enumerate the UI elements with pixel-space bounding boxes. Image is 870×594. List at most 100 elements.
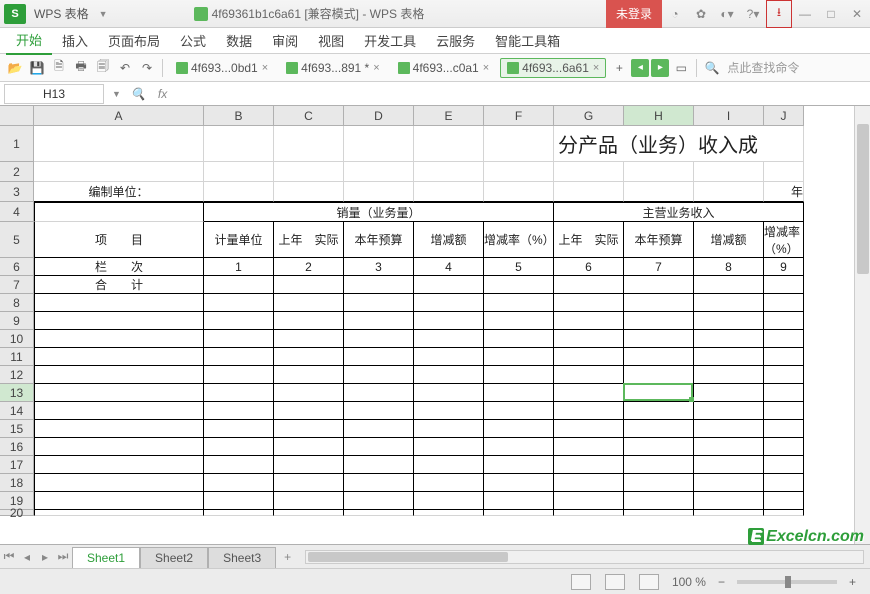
cell[interactable] [204, 312, 274, 330]
cell[interactable] [204, 384, 274, 402]
search-hint[interactable]: 点此查找命令 [727, 59, 799, 76]
cell[interactable] [624, 348, 694, 366]
cell[interactable] [344, 510, 414, 516]
cell[interactable] [34, 456, 204, 474]
cell[interactable] [764, 348, 804, 366]
cell[interactable]: 年 [764, 182, 804, 202]
cells-area[interactable]: 分产品（业务）收入成编制单位：年销量（业务量）主营业务收入项 目计量单位上年 实… [34, 126, 804, 516]
close-icon[interactable]: × [593, 62, 599, 74]
cell[interactable] [694, 492, 764, 510]
row-header-6[interactable]: 6 [0, 258, 34, 276]
cell[interactable] [204, 348, 274, 366]
cell[interactable]: 本年预算 [624, 222, 694, 258]
cell[interactable] [274, 438, 344, 456]
redo-icon[interactable]: ↷ [137, 58, 157, 78]
download-icon[interactable]: ⭳ [766, 0, 792, 28]
cell[interactable] [484, 162, 554, 182]
cell[interactable] [554, 384, 624, 402]
cell[interactable]: 1 [204, 258, 274, 276]
cell[interactable] [414, 294, 484, 312]
cell[interactable] [694, 384, 764, 402]
cell[interactable] [764, 420, 804, 438]
cell[interactable] [484, 312, 554, 330]
cell[interactable] [344, 126, 414, 162]
cell[interactable] [34, 420, 204, 438]
doc-tab-1[interactable]: 4f693...0bd1× [169, 58, 275, 78]
view-normal-icon[interactable] [570, 574, 592, 590]
doc-tab-3[interactable]: 4f693...c0a1× [391, 58, 497, 78]
print-icon[interactable]: 🖶 [71, 58, 91, 78]
horizontal-scrollbar[interactable] [305, 550, 864, 564]
cell[interactable] [204, 438, 274, 456]
cell[interactable] [414, 126, 484, 162]
cell[interactable] [34, 492, 204, 510]
cell[interactable] [204, 294, 274, 312]
cell[interactable] [414, 420, 484, 438]
cell[interactable]: 增减率（%） [484, 222, 554, 258]
cell[interactable]: 增减率（%） [764, 222, 804, 258]
add-sheet-icon[interactable]: + [276, 550, 299, 564]
col-header-B[interactable]: B [204, 106, 274, 126]
row-header-20[interactable]: 20 [0, 510, 34, 516]
export-icon[interactable]: 🗎 [49, 58, 69, 78]
cell[interactable] [414, 510, 484, 516]
cell[interactable] [204, 402, 274, 420]
cell[interactable] [764, 402, 804, 420]
app-menu-dropdown[interactable]: ▼ [93, 9, 114, 19]
cell[interactable] [694, 182, 764, 202]
cell[interactable] [484, 294, 554, 312]
cell[interactable] [554, 330, 624, 348]
close-button[interactable]: ✕ [844, 0, 870, 28]
cell[interactable]: 主营业务收入 [554, 202, 804, 222]
cell[interactable] [344, 402, 414, 420]
cell[interactable] [554, 456, 624, 474]
zoom-level[interactable]: 100 % [672, 575, 706, 589]
cell[interactable] [624, 420, 694, 438]
cell[interactable]: 5 [484, 258, 554, 276]
cell[interactable] [484, 492, 554, 510]
cell[interactable] [344, 276, 414, 294]
cell[interactable] [764, 456, 804, 474]
menu-tools[interactable]: 智能工具箱 [485, 27, 570, 54]
cell[interactable]: 计量单位 [204, 222, 274, 258]
cell[interactable] [764, 438, 804, 456]
cell[interactable] [344, 456, 414, 474]
cell[interactable] [204, 162, 274, 182]
cell[interactable] [274, 510, 344, 516]
cell[interactable] [484, 438, 554, 456]
row-header-14[interactable]: 14 [0, 402, 34, 420]
cell[interactable] [694, 366, 764, 384]
cell[interactable]: 7 [624, 258, 694, 276]
minimize-button[interactable]: — [792, 0, 818, 28]
cell[interactable] [694, 438, 764, 456]
cell[interactable] [204, 366, 274, 384]
sheet-tab-2[interactable]: Sheet2 [140, 547, 208, 568]
cell[interactable] [624, 182, 694, 202]
cell[interactable] [554, 312, 624, 330]
col-header-A[interactable]: A [34, 106, 204, 126]
cell[interactable]: 合 计 [34, 276, 204, 294]
col-header-C[interactable]: C [274, 106, 344, 126]
cell[interactable] [414, 474, 484, 492]
cell[interactable] [344, 474, 414, 492]
cell[interactable] [624, 510, 694, 516]
cell[interactable]: 增减额 [694, 222, 764, 258]
row-header-3[interactable]: 3 [0, 182, 34, 202]
cell[interactable]: 项 目 [34, 222, 204, 258]
cell[interactable] [624, 276, 694, 294]
cell[interactable]: 4 [414, 258, 484, 276]
sheet-tab-1[interactable]: Sheet1 [72, 547, 140, 568]
cell[interactable] [694, 294, 764, 312]
cell[interactable] [344, 162, 414, 182]
cell[interactable] [554, 438, 624, 456]
vertical-scrollbar[interactable] [854, 106, 870, 544]
view-layout-icon[interactable] [604, 574, 626, 590]
cell[interactable]: 上年 实际 [274, 222, 344, 258]
maximize-button[interactable]: □ [818, 0, 844, 28]
cell[interactable] [274, 348, 344, 366]
row-header-18[interactable]: 18 [0, 474, 34, 492]
settings-icon[interactable]: ✿ [688, 0, 714, 28]
cell[interactable] [484, 276, 554, 294]
cell[interactable] [414, 492, 484, 510]
cell[interactable] [484, 456, 554, 474]
